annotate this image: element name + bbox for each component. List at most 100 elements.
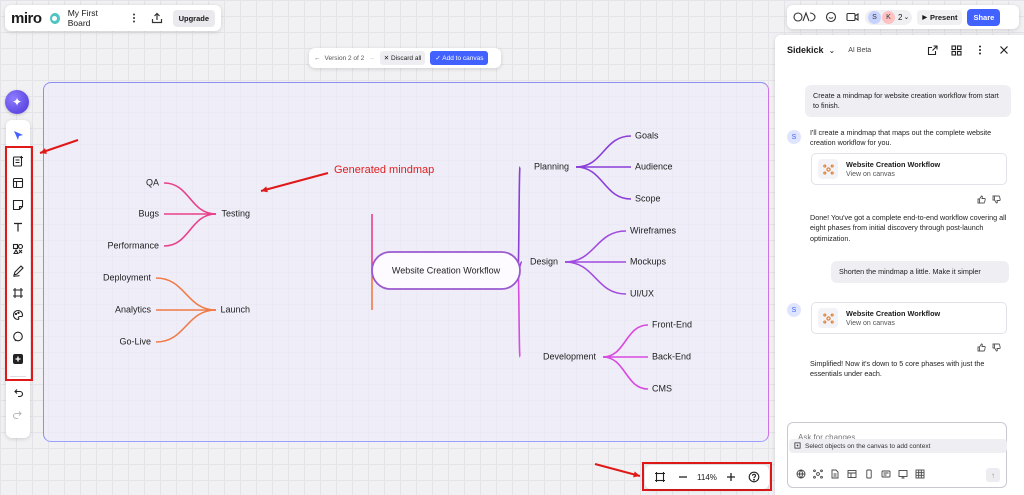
mindmap-edge bbox=[517, 269, 521, 358]
grid-icon[interactable] bbox=[948, 42, 964, 58]
mindmap-icon bbox=[818, 159, 838, 179]
feedback-buttons bbox=[977, 343, 1001, 354]
board-status-icon bbox=[49, 12, 60, 24]
thumbs-up-icon[interactable] bbox=[977, 195, 986, 206]
ai-message: Done! You've got a complete end-to-end w… bbox=[810, 213, 1007, 243]
send-button[interactable]: ↑ bbox=[986, 468, 1000, 482]
chevron-down-icon: ⌄ bbox=[903, 14, 910, 21]
open-external-icon[interactable] bbox=[924, 42, 940, 58]
mindmap-leaf-label: Analytics bbox=[115, 304, 152, 314]
cursor-icon bbox=[13, 130, 23, 140]
zoom-out-icon[interactable] bbox=[675, 469, 691, 485]
fit-to-screen-icon[interactable] bbox=[652, 469, 668, 485]
thumbs-down-icon[interactable] bbox=[992, 195, 1001, 206]
view-on-canvas-link[interactable]: View on canvas bbox=[846, 320, 940, 327]
mindmap-leaf-label: Back-End bbox=[652, 351, 691, 361]
mindmap-branch-label: Planning bbox=[534, 161, 569, 171]
canvas-result-card[interactable]: Website Creation Workflow View on canvas bbox=[811, 153, 1007, 185]
add-label: Add to canvas bbox=[442, 55, 484, 62]
slides-icon[interactable] bbox=[898, 469, 908, 481]
board-name[interactable]: My First Board bbox=[68, 8, 119, 28]
card-title: Website Creation Workflow bbox=[846, 160, 941, 169]
video-icon[interactable] bbox=[844, 9, 860, 25]
avatar: S bbox=[868, 10, 881, 24]
present-label: Present bbox=[929, 12, 958, 22]
share-button[interactable]: Share bbox=[967, 8, 1001, 26]
avatar: S bbox=[787, 303, 801, 317]
mobile-icon[interactable] bbox=[864, 469, 874, 481]
mindmap-edge bbox=[163, 213, 217, 247]
zoom-in-icon[interactable] bbox=[723, 469, 739, 485]
miro-logo[interactable]: miro bbox=[11, 10, 42, 27]
sidekick-panel: Sidekick ⌄ AI Beta Create a mindmap for … bbox=[775, 35, 1024, 495]
user-message: Create a mindmap for website creation wo… bbox=[805, 85, 1011, 118]
chevron-down-icon[interactable]: ⌄ bbox=[829, 46, 836, 55]
annotation-label: Generated mindmap bbox=[334, 164, 434, 176]
card-icon[interactable] bbox=[881, 469, 891, 481]
redo-icon bbox=[12, 411, 22, 420]
context-hint-bar[interactable]: Select objects on the canvas to add cont… bbox=[789, 439, 1007, 453]
input-tools bbox=[796, 469, 925, 481]
toolbar-highlight-box bbox=[5, 146, 33, 381]
play-icon: ▶ bbox=[922, 14, 927, 21]
table-icon[interactable] bbox=[847, 469, 857, 481]
mindmap-edge bbox=[564, 261, 627, 295]
arrow-left-icon[interactable]: ← bbox=[314, 55, 321, 62]
discard-all-button[interactable]: ✕ Discard all bbox=[379, 51, 426, 65]
zoom-level[interactable]: 114% bbox=[697, 473, 717, 482]
mindmap-leaf-label: Mockups bbox=[630, 256, 667, 266]
context-hint: Select objects on the canvas to add cont… bbox=[805, 442, 931, 450]
present-button[interactable]: ▶ Present bbox=[917, 9, 963, 25]
mindmap-edge bbox=[575, 135, 632, 168]
mindmap-edge bbox=[602, 356, 649, 390]
chat-icon[interactable] bbox=[823, 9, 839, 25]
mindmap-leaf-label: QA bbox=[146, 177, 159, 187]
help-icon[interactable] bbox=[746, 469, 762, 485]
grid-table-icon[interactable] bbox=[915, 469, 925, 481]
undo-button[interactable] bbox=[8, 381, 28, 403]
mindmap-leaf-label: Performance bbox=[107, 240, 159, 250]
mindmap-leaf-label: Front-End bbox=[652, 319, 692, 329]
select-tool[interactable] bbox=[8, 124, 28, 146]
view-on-canvas-link[interactable]: View on canvas bbox=[846, 171, 940, 178]
mindmap-leaf-label: UI/UX bbox=[630, 288, 654, 298]
close-icon[interactable] bbox=[996, 42, 1012, 58]
collaborators[interactable]: S K 2 ⌄ bbox=[865, 9, 913, 25]
mindmap-root-label: Website Creation Workflow bbox=[392, 265, 501, 275]
collaborator-count: 2 bbox=[898, 12, 903, 22]
ai-sparkle-button[interactable]: ✦ bbox=[5, 90, 29, 114]
upgrade-button[interactable]: Upgrade bbox=[172, 9, 215, 27]
more-vertical-icon[interactable] bbox=[127, 10, 142, 26]
reactions-icon[interactable] bbox=[792, 9, 818, 25]
discard-label: Discard all bbox=[391, 55, 422, 62]
thumbs-up-icon[interactable] bbox=[977, 343, 986, 354]
mindmap-icon[interactable] bbox=[813, 469, 823, 481]
annotation-arrow bbox=[260, 172, 329, 192]
thumbs-down-icon[interactable] bbox=[992, 343, 1001, 354]
avatar: K bbox=[882, 10, 895, 24]
mindmap-branch-label: Launch bbox=[220, 304, 250, 314]
redo-button[interactable] bbox=[8, 403, 28, 425]
mindmap-leaf-label: Bugs bbox=[138, 208, 159, 218]
more-vertical-icon[interactable] bbox=[972, 42, 988, 58]
globe-icon[interactable] bbox=[796, 469, 806, 481]
arrow-right-icon[interactable]: → bbox=[368, 55, 375, 62]
arrow-up-icon: ↑ bbox=[991, 470, 995, 480]
undo-icon bbox=[14, 389, 24, 398]
canvas-result-card[interactable]: Website Creation Workflow View on canvas bbox=[811, 302, 1007, 334]
avatar: S bbox=[787, 130, 801, 144]
add-to-canvas-button[interactable]: ✓ Add to canvas bbox=[430, 51, 489, 65]
version-label: Version 2 of 2 bbox=[324, 54, 365, 62]
document-icon[interactable] bbox=[830, 469, 840, 481]
sidekick-header: Sidekick ⌄ AI Beta bbox=[775, 35, 1024, 65]
version-nav: ← Version 2 of 2 → bbox=[314, 55, 375, 62]
mindmap-branch-label: Testing bbox=[221, 208, 250, 218]
mindmap-edge bbox=[602, 324, 649, 358]
mindmap-icon bbox=[818, 308, 838, 328]
mindmap-leaf-label: CMS bbox=[652, 383, 672, 393]
mindmap-edge bbox=[575, 166, 632, 200]
export-icon[interactable] bbox=[150, 10, 165, 26]
mindmap-edge bbox=[517, 166, 521, 271]
mindmap-leaf-label: Scope bbox=[635, 193, 661, 203]
ai-beta-badge: AI Beta bbox=[848, 46, 872, 54]
